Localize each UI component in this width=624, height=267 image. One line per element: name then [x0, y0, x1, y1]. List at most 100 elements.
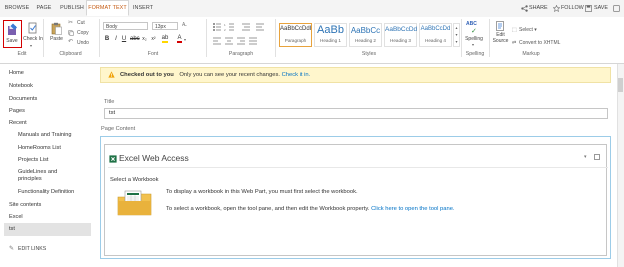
style-heading-1[interactable]: AaBb Heading 1: [314, 23, 347, 47]
strikethrough-icon[interactable]: abc: [130, 36, 140, 42]
chevron-down-icon: ▾: [30, 43, 33, 48]
chevron-down-icon: ▾: [472, 42, 475, 47]
tab-publish[interactable]: PUBLISH: [58, 0, 86, 17]
check-in-button[interactable]: Check In ▾: [23, 20, 43, 48]
copy-icon: [68, 30, 74, 36]
edit-source-icon: [496, 21, 505, 32]
ribbon-divider: [43, 19, 44, 57]
styles-scroll[interactable]: ▴ ▾ ▾: [453, 23, 460, 47]
style-heading-4[interactable]: AaBbCcDd Heading 4: [419, 23, 452, 47]
underline-icon[interactable]: U: [121, 36, 127, 42]
style-label: Paragraph: [284, 38, 307, 43]
font-size-value: 13px: [155, 24, 166, 30]
group-label-font: Font: [147, 51, 159, 57]
workbook-folder-icon: [117, 189, 154, 217]
style-sample: AaBbCcDdI: [280, 26, 312, 32]
group-label-edit: Edit: [17, 51, 27, 57]
style-heading-3[interactable]: AaBbCcDd Heading 3: [384, 23, 417, 47]
font-family-value: Body: [106, 24, 118, 30]
webpart-title: Excel Web Access: [119, 153, 189, 163]
ribbon-divider: [206, 19, 207, 57]
highlight-color-icon[interactable]: ab: [161, 35, 169, 43]
style-label: Heading 4: [425, 38, 446, 43]
webpart-menu-icon[interactable]: ▾: [584, 154, 587, 160]
pencil-icon: ✎: [9, 246, 15, 252]
webpart-instruction-2: To select a workbook, open the tool pane…: [166, 206, 455, 212]
style-sample: AaBbCcDd: [420, 26, 451, 32]
subscript-icon[interactable]: x₂: [141, 36, 148, 42]
convert-xhtml-button[interactable]: Convert to XHTML: [519, 40, 560, 46]
nav-tst[interactable]: tst: [9, 226, 15, 232]
font-family-select[interactable]: Body: [103, 22, 148, 30]
style-paragraph[interactable]: AaBbCcDdI Paragraph: [279, 23, 312, 47]
nav-recent-item[interactable]: Projects List: [18, 157, 48, 163]
cut-button[interactable]: Cut: [77, 20, 85, 26]
follow-button[interactable]: FOLLOW: [561, 0, 584, 17]
check-mark-icon: ✓: [471, 28, 477, 35]
undo-button[interactable]: Undo: [77, 40, 89, 46]
ribbon-divider: [489, 19, 490, 57]
scrollbar-thumb[interactable]: [618, 78, 623, 92]
tab-browse[interactable]: BROWSE: [4, 0, 30, 17]
group-label-markup: Markup: [522, 51, 540, 57]
alignment-buttons[interactable]: [212, 36, 272, 46]
nav-recent-item[interactable]: GuideLines and principles: [18, 169, 82, 183]
top-save-button[interactable]: SAVE: [594, 0, 608, 17]
paste-clipboard-icon: [51, 22, 62, 35]
superscript-icon[interactable]: x²: [150, 36, 157, 42]
nav-selected-highlight: [4, 223, 91, 236]
nav-recent-item[interactable]: Functionality Definition: [18, 189, 74, 195]
group-label-spelling: Spelling: [465, 51, 485, 57]
title-input[interactable]: tst: [104, 108, 608, 119]
tab-insert[interactable]: INSERT: [130, 0, 156, 17]
italic-icon[interactable]: I: [113, 36, 119, 42]
nav-notebook[interactable]: Notebook: [9, 83, 33, 89]
cut-scissors-icon: ✂: [68, 20, 74, 26]
copy-button[interactable]: Copy: [77, 30, 89, 36]
edit-source-label: Edit Source: [492, 32, 509, 44]
page-scrollbar[interactable]: [617, 64, 624, 267]
fullscreen-icon[interactable]: [613, 5, 620, 12]
style-sample: AaBbCc: [350, 26, 381, 35]
spelling-button[interactable]: ABC ✓ Spelling ▾: [463, 19, 485, 49]
nav-pages[interactable]: Pages: [9, 108, 25, 114]
select-button[interactable]: Select ▾: [519, 27, 537, 33]
select-cursor-icon: ⬚: [512, 27, 517, 33]
nav-excel[interactable]: Excel: [9, 214, 23, 220]
open-tool-pane-link[interactable]: Click here to open the tool pane.: [371, 206, 454, 212]
edit-source-button[interactable]: Edit Source: [491, 19, 510, 49]
convert-icon: ⇄: [512, 40, 517, 46]
style-heading-2[interactable]: AaBbCc Heading 2: [349, 23, 382, 47]
clear-format-icon[interactable]: A̶: [182, 22, 185, 28]
check-in-link[interactable]: Check it in.: [282, 72, 311, 78]
save-disk-icon[interactable]: [585, 5, 592, 12]
undo-icon: ↶: [68, 39, 74, 45]
bold-icon[interactable]: B: [104, 36, 110, 42]
style-label: Heading 3: [390, 38, 411, 43]
font-color-icon[interactable]: A: [176, 35, 183, 43]
svg-text:1: 1: [224, 23, 226, 27]
svg-text:2: 2: [224, 28, 226, 32]
nav-site-contents[interactable]: Site contents: [9, 202, 41, 208]
check-in-label: Check In: [23, 36, 43, 42]
font-size-select[interactable]: 13px: [152, 22, 178, 30]
save-label: Save: [6, 38, 18, 44]
tab-page[interactable]: PAGE: [34, 0, 54, 17]
page-content-label: Page Content: [101, 126, 136, 132]
nav-recent-item[interactable]: Manuals and Training: [18, 132, 72, 138]
group-label-paragraph: Paragraph: [228, 51, 254, 57]
nav-documents[interactable]: Documents: [9, 96, 37, 102]
tab-format-text[interactable]: FORMAT TEXT: [86, 0, 129, 16]
style-sample: AaBbCcDd: [385, 26, 418, 33]
edit-links-button[interactable]: EDIT LINKS: [18, 246, 46, 252]
nav-recent[interactable]: Recent: [9, 120, 27, 126]
paste-button[interactable]: Paste: [48, 20, 65, 48]
select-label: Select: [519, 27, 533, 33]
follow-star-icon[interactable]: [552, 4, 561, 13]
share-button[interactable]: SHARE: [529, 0, 548, 17]
save-ribbon-button[interactable]: Save: [3, 20, 22, 48]
nav-recent-item[interactable]: HomeRooms List: [18, 145, 61, 151]
webpart-select-checkbox[interactable]: [594, 154, 600, 160]
share-icon[interactable]: [521, 5, 528, 12]
nav-home[interactable]: Home: [9, 70, 24, 76]
